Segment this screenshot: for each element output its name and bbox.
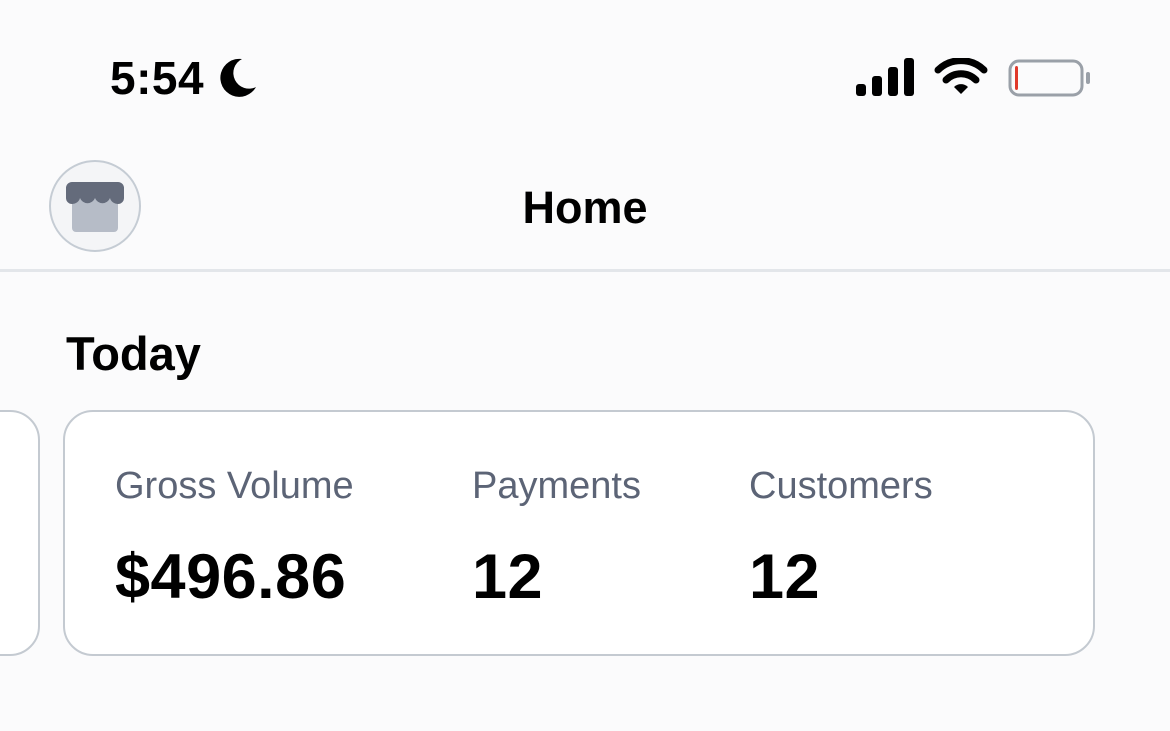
status-time-text: 5:54 — [110, 52, 205, 104]
status-bar-time: 5:54 — [110, 52, 258, 104]
metric-customers: Customers 12 — [749, 462, 933, 612]
nav-divider — [0, 269, 1170, 272]
battery-icon — [1008, 59, 1090, 97]
section-title-today: Today — [66, 327, 201, 380]
wifi-icon — [934, 58, 988, 94]
screen: 5:54 Home Today Gross Volume $496.86 Pay… — [0, 0, 1170, 731]
metric-label: Payments — [472, 465, 641, 507]
metric-value: $496.86 — [115, 542, 347, 612]
moon-icon — [220, 58, 257, 97]
today-summary-card[interactable]: Gross Volume $496.86 Payments 12 Custome… — [63, 410, 1095, 656]
previous-summary-card[interactable] — [0, 410, 40, 656]
metric-label: Customers — [749, 465, 933, 507]
metric-value: 12 — [749, 542, 821, 612]
metric-value: 12 — [472, 542, 544, 612]
metric-payments: Payments 12 — [472, 462, 641, 612]
nav-title: Home — [522, 182, 648, 233]
metric-label: Gross Volume — [115, 465, 354, 507]
metric-gross-volume: Gross Volume $496.86 — [115, 462, 354, 612]
signal-icon — [856, 58, 914, 96]
